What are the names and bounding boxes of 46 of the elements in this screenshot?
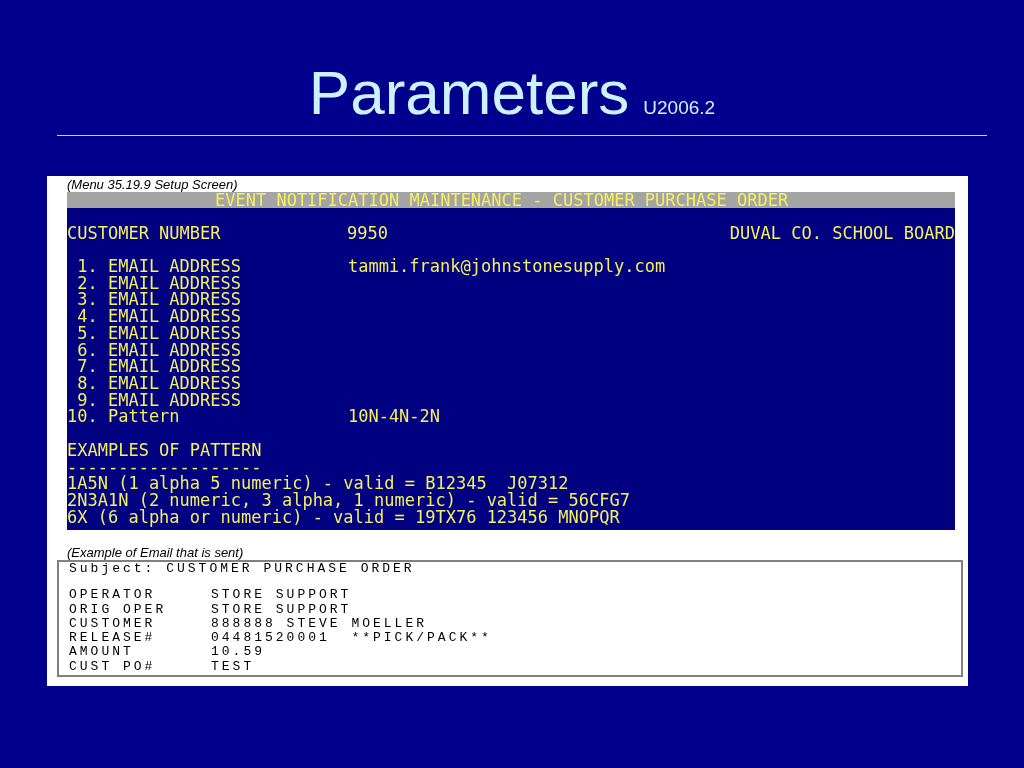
pattern-example: 1A5N (1 alpha 5 numeric) - valid = B12345 J07312 bbox=[67, 475, 569, 492]
email-caption: (Example of Email that is sent) bbox=[67, 546, 245, 560]
field-label: EMAIL ADDRESS bbox=[107, 291, 242, 309]
email-field-label: ORIG OPER bbox=[69, 602, 168, 617]
field-label: EMAIL ADDRESS bbox=[107, 258, 242, 275]
field-value: 10N-4N-2N bbox=[347, 408, 441, 426]
customer-name: DUVAL CO. SCHOOL BOARD bbox=[729, 224, 955, 242]
field-number: 9. bbox=[77, 391, 98, 409]
customer-number: 9950 bbox=[347, 224, 389, 242]
email-field-value: TEST bbox=[211, 659, 255, 675]
field-number: 10. bbox=[67, 408, 98, 426]
examples-heading: EXAMPLES OF PATTERN bbox=[67, 441, 262, 459]
email-field-value: STORE SUPPORT bbox=[211, 588, 352, 603]
field-label: EMAIL ADDRESS bbox=[107, 391, 242, 409]
email-subject: Subject: CUSTOMER PURCHASE ORDER bbox=[69, 562, 415, 577]
field-label: EMAIL ADDRESS bbox=[107, 375, 242, 392]
dashed-rule: ------------------- bbox=[67, 458, 262, 476]
field-label: EMAIL ADDRESS bbox=[107, 324, 242, 342]
field-label: EMAIL ADDRESS bbox=[107, 341, 242, 359]
field-number: 3. bbox=[76, 291, 98, 309]
screen-caption: (Menu 35.19.9 Setup Screen) bbox=[67, 178, 239, 192]
email-field-value: STORE SUPPORT bbox=[211, 602, 352, 617]
field-label: EMAIL ADDRESS bbox=[107, 358, 242, 375]
email-field-label: OPERATOR bbox=[69, 588, 157, 603]
screen-header: EVENT NOTIFICATION MAINTENANCE - CUSTOMER PURCHASE ORDER bbox=[67, 192, 955, 208]
field-number: 2. bbox=[76, 274, 98, 292]
customer-number-label: CUSTOMER NUMBER bbox=[67, 224, 222, 242]
email-field-value: 10.59 bbox=[211, 645, 265, 660]
field-label: Pattern bbox=[107, 408, 181, 426]
field-number: 5. bbox=[76, 324, 98, 342]
email-field-value: 04481520001 **PICK/PACK** bbox=[211, 631, 492, 646]
email-field-value: 888888 STEVE MOELLER bbox=[211, 616, 428, 632]
field-number: 6. bbox=[76, 341, 98, 359]
email-field-label: CUST PO# bbox=[69, 659, 157, 675]
field-number: 1. bbox=[76, 258, 98, 275]
field-number: 4. bbox=[76, 308, 98, 325]
field-number: 7. bbox=[76, 358, 98, 375]
version-label: U2006.2 bbox=[643, 97, 716, 119]
field-value: tammi.frank@johnstonesupply.com bbox=[347, 258, 666, 275]
email-field-label: AMOUNT bbox=[69, 645, 135, 660]
slide-title: Parameters bbox=[308, 58, 630, 128]
field-label: EMAIL ADDRESS bbox=[107, 308, 242, 325]
field-number: 8. bbox=[76, 375, 98, 392]
email-field-label: CUSTOMER bbox=[69, 616, 157, 632]
email-field-label: RELEASE# bbox=[69, 631, 157, 646]
field-label: EMAIL ADDRESS bbox=[107, 274, 242, 292]
